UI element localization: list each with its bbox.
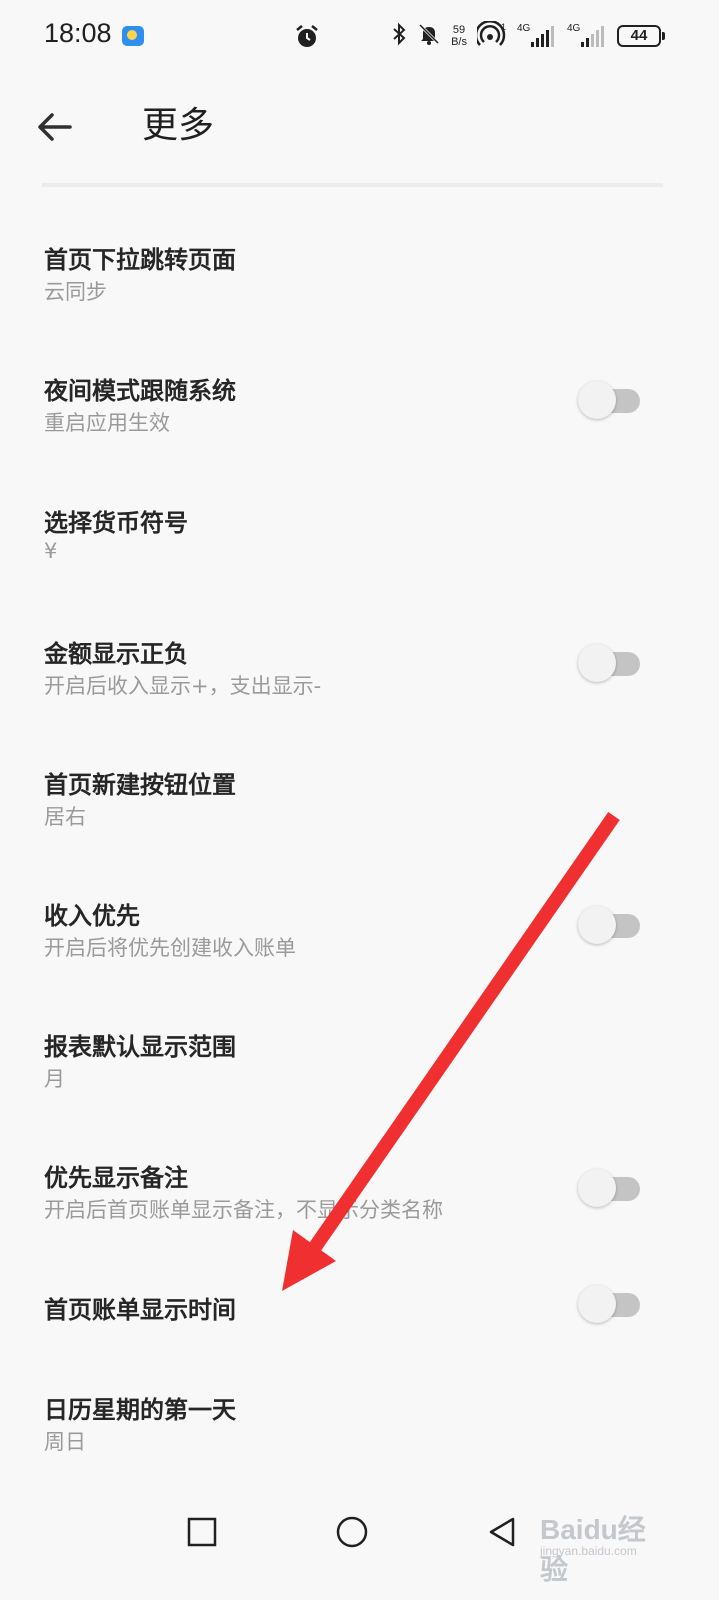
setting-subtitle: 周日: [44, 1430, 86, 1454]
setting-subtitle: 居右: [44, 805, 86, 829]
hotspot-icon: 1: [474, 19, 507, 51]
setting-subtitle: 月: [44, 1067, 65, 1091]
toggle-switch[interactable]: [578, 906, 640, 946]
setting-subtitle: 开启后首页账单显示备注，不显示分类名称: [44, 1198, 443, 1222]
signal-1-label: 4G: [517, 23, 531, 34]
setting-row-new-button-position[interactable]: 首页新建按钮位置居右: [0, 757, 719, 857]
toggle-switch[interactable]: [578, 644, 640, 684]
signal-icon-2: 4G: [567, 23, 607, 49]
setting-title: 金额显示正负: [44, 640, 188, 668]
signal-2-label: 4G: [567, 23, 581, 34]
net-speed: 59 B/s: [451, 24, 467, 48]
setting-subtitle: 开启后收入显示+，支出显示-: [44, 674, 322, 698]
net-speed-value: 59: [452, 24, 466, 36]
toggle-switch[interactable]: [578, 1285, 640, 1325]
baidu-watermark: Baidu经验 jingyan.baidu.com: [540, 1500, 670, 1585]
setting-title: 选择货币符号: [44, 509, 188, 537]
setting-row-income-first[interactable]: 收入优先开启后将优先创建收入账单: [0, 888, 719, 988]
toggle-switch[interactable]: [578, 381, 640, 421]
bluetooth-icon: [391, 22, 407, 50]
back-triangle-icon: [489, 1517, 515, 1547]
setting-row-night-mode[interactable]: 夜间模式跟随系统重启应用生效: [0, 363, 719, 463]
toggle-knob: [578, 906, 616, 944]
setting-title: 夜间模式跟随系统: [44, 377, 236, 405]
toggle-switch[interactable]: [578, 1169, 640, 1209]
recents-button[interactable]: [180, 1510, 224, 1554]
setting-title: 报表默认显示范围: [44, 1033, 236, 1061]
svg-text:1: 1: [501, 22, 506, 32]
setting-row-pulldown-page[interactable]: 首页下拉跳转页面云同步: [0, 232, 719, 332]
battery-icon: 44: [617, 25, 665, 47]
setting-row-note-first[interactable]: 优先显示备注开启后首页账单显示备注，不显示分类名称: [0, 1150, 719, 1250]
toggle-knob: [578, 1285, 616, 1323]
toggle-knob: [578, 1169, 616, 1207]
page-title: 更多: [142, 105, 215, 146]
weather-icon: [122, 26, 144, 46]
back-nav-button[interactable]: [480, 1510, 524, 1554]
net-speed-unit: B/s: [451, 36, 467, 48]
setting-title: 首页新建按钮位置: [44, 771, 236, 799]
alarm-icon: [294, 24, 320, 54]
setting-row-currency-symbol[interactable]: 选择货币符号 ¥: [0, 495, 719, 595]
back-button[interactable]: [30, 102, 80, 152]
setting-title: 首页账单显示时间: [44, 1296, 236, 1324]
setting-subtitle: 重启应用生效: [44, 411, 170, 435]
setting-title: 首页下拉跳转页面: [44, 246, 236, 274]
arrow-left-icon: [38, 113, 72, 141]
setting-row-amount-sign[interactable]: 金额显示正负开启后收入显示+，支出显示-: [0, 626, 719, 726]
setting-row-report-range[interactable]: 报表默认显示范围月: [0, 1019, 719, 1119]
setting-title: 收入优先: [44, 902, 140, 930]
watermark-sub: jingyan.baidu.com: [540, 1544, 637, 1558]
setting-subtitle: ¥: [44, 539, 58, 563]
setting-row-bill-time[interactable]: 首页账单显示时间: [0, 1282, 719, 1382]
status-icons: 59 B/s 1 4G 4G 44: [391, 19, 665, 52]
setting-title: 优先显示备注: [44, 1164, 188, 1192]
bell-off-icon: [417, 22, 441, 50]
signal-icon: 4G: [517, 23, 557, 49]
setting-subtitle: 开启后将优先创建收入账单: [44, 936, 296, 960]
header: 更多: [0, 88, 719, 168]
setting-subtitle: 云同步: [44, 280, 107, 304]
toggle-knob: [578, 644, 616, 682]
recents-square-icon: [187, 1517, 217, 1547]
status-bar: 18:08 59 B/s 1 4G 4G 44: [0, 0, 719, 72]
toggle-knob: [578, 381, 616, 419]
status-time: 18:08: [44, 18, 112, 48]
setting-row-week-start[interactable]: 日历星期的第一天周日: [0, 1382, 719, 1482]
setting-title: 日历星期的第一天: [44, 1396, 236, 1424]
home-button[interactable]: [330, 1510, 374, 1554]
home-circle-icon: [336, 1516, 368, 1548]
header-divider: [42, 183, 663, 187]
screen: 18:08 59 B/s 1 4G 4G 44 更多 首页下拉跳转页面 云同步 …: [0, 0, 719, 1600]
